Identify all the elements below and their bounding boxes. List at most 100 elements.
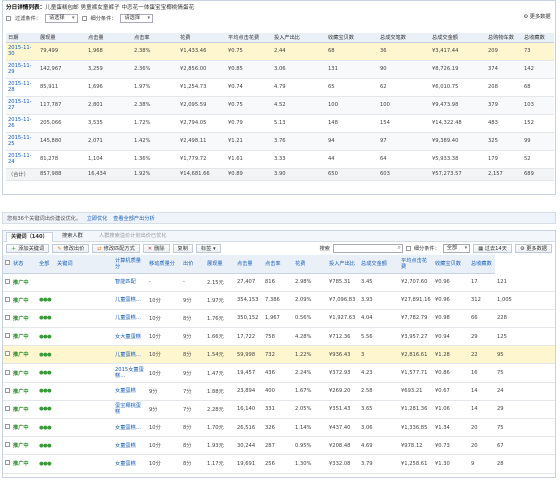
column-header[interactable]: 收藏宝贝数 [326, 33, 378, 43]
column-header[interactable]: 全部 [37, 255, 55, 274]
column-header[interactable]: 收藏宝贝数 [433, 255, 469, 274]
subdivide-select-2[interactable]: 全部 [442, 244, 471, 253]
modify-bid-button[interactable]: ✎ 修改出价 [52, 244, 90, 253]
subdivide-checkbox[interactable] [81, 16, 87, 21]
row-checkbox[interactable] [5, 314, 10, 320]
row-checkbox[interactable] [5, 460, 10, 466]
column-header[interactable]: 总购物车数 [486, 33, 522, 43]
keyword-search-input[interactable] [332, 244, 403, 253]
row-checkbox[interactable] [5, 405, 10, 411]
row-checkbox-cell[interactable] [3, 291, 11, 310]
row-checkbox[interactable] [5, 296, 10, 302]
column-header[interactable]: 点击量 [235, 255, 263, 274]
column-header[interactable]: 计算机质量分 [113, 255, 147, 274]
row-checkbox-cell[interactable] [3, 436, 11, 456]
column-header[interactable]: 总成交金额 [430, 33, 486, 43]
row-checkbox[interactable] [5, 369, 10, 375]
copy-button[interactable]: 复制 [172, 244, 193, 253]
row-checkbox-cell[interactable] [3, 273, 11, 292]
keyword-link[interactable]: 女童蛋糕 [113, 382, 147, 401]
row-checkbox-cell[interactable] [3, 345, 11, 365]
bid-cell[interactable]: 8分 [181, 454, 205, 474]
row-checkbox-cell[interactable] [3, 382, 11, 401]
keyword-link[interactable]: 儿童蛋糕… [113, 291, 147, 310]
row-checkbox-cell[interactable] [3, 309, 11, 329]
bid-cell[interactable]: 8分 [181, 309, 205, 329]
keyword-link[interactable]: 2015女童蛋糕… [113, 363, 147, 383]
column-header[interactable]: 状态 [11, 255, 37, 274]
column-header[interactable]: 关键词 [55, 255, 113, 274]
row-checkbox-cell[interactable] [3, 327, 11, 347]
column-header[interactable]: 点击率 [132, 33, 178, 43]
filter-select[interactable]: 请选择 [44, 14, 78, 23]
bid-cell[interactable]: 7分 [181, 382, 205, 401]
row-checkbox[interactable] [5, 278, 10, 284]
bid-cell[interactable]: 9分 [181, 291, 205, 310]
column-header[interactable]: 移动质量分 [147, 255, 181, 274]
delete-button[interactable]: ✕ 删除 [142, 244, 170, 253]
select-all-checkbox[interactable] [5, 260, 10, 266]
table-cell: ¥1,577.71 [399, 363, 433, 383]
tag-button[interactable]: 标签 ▾ [195, 244, 221, 253]
keyword-link[interactable]: 女大童蛋糕 [113, 327, 147, 347]
keyword-link[interactable]: 智能匹配 [113, 273, 147, 292]
bid-cell[interactable]: 8分 [181, 345, 205, 365]
keyword-link[interactable]: 女童蛋糕 [113, 454, 147, 474]
column-header[interactable]: 平均点击花费 [399, 255, 433, 274]
row-checkbox-cell[interactable] [3, 400, 11, 420]
row-checkbox[interactable] [5, 442, 10, 448]
bid-cell[interactable]: - [181, 273, 205, 292]
table-cell: 22 [469, 345, 495, 365]
tab-search-crowd[interactable]: 搜索人群 [58, 232, 87, 242]
keyword-link[interactable]: 儿童蛋糕… [113, 345, 147, 365]
row-checkbox-cell[interactable] [3, 418, 11, 438]
column-header[interactable]: 点击量 [86, 33, 132, 43]
add-keyword-button[interactable]: ＋添加关键词 [6, 244, 50, 253]
subdivide-checkbox-2[interactable] [405, 246, 411, 251]
row-checkbox[interactable] [5, 333, 10, 339]
row-checkbox-cell[interactable] [3, 363, 11, 383]
column-header[interactable]: 平均点击花费 [226, 33, 272, 43]
optimize-now-link[interactable]: 立即优化 [87, 216, 108, 222]
date-range-button[interactable]: ▦ 过去14天 [473, 244, 512, 253]
column-header[interactable]: 投入产出比 [272, 33, 326, 43]
column-header[interactable]: 花费 [178, 33, 226, 43]
select-all-header[interactable] [3, 255, 11, 274]
column-header[interactable]: 总成交笔数 [378, 33, 430, 43]
bid-cell[interactable]: 8分 [181, 418, 205, 438]
column-header[interactable]: 总收藏数 [469, 255, 495, 274]
keyword-link[interactable]: 儿童蛋糕… [113, 309, 147, 329]
column-header[interactable]: 出价 [181, 255, 205, 274]
column-header[interactable]: 总成交金额 [359, 255, 399, 274]
view-analysis-link[interactable]: 查看全部产出分析 [113, 216, 155, 222]
table-row: 2015-11-30 79,499 1,968 2.38% ¥1,433.46 ¥0.75… [6, 42, 554, 61]
column-header[interactable]: 花费 [293, 255, 327, 274]
table-cell: ¥978.12 [399, 436, 433, 456]
column-header[interactable]: 点击率 [263, 255, 293, 274]
row-checkbox[interactable] [5, 351, 10, 357]
column-header[interactable]: 总收藏数 [522, 33, 554, 43]
subdivide-select[interactable]: 请选择 [120, 14, 154, 23]
row-checkbox[interactable] [5, 387, 10, 393]
status-cell: 推广中 [11, 327, 37, 347]
keyword-link[interactable]: 女童蛋糕… [113, 418, 147, 438]
table-cell: 1,104 [86, 150, 132, 169]
column-header[interactable]: 展现量 [205, 255, 235, 274]
filter-checkbox[interactable] [6, 16, 11, 21]
more-data-button-2[interactable]: ⚙ 更多数据 [514, 244, 552, 253]
column-header[interactable]: 展现量 [38, 33, 86, 43]
bid-cell[interactable]: 8分 [181, 436, 205, 456]
bid-cell[interactable]: 9分 [181, 363, 205, 383]
modify-match-button[interactable]: ⇄ 修改匹配方式 [92, 244, 140, 253]
row-checkbox-cell[interactable] [3, 454, 11, 474]
more-data-button[interactable]: ⚙ 更多数据 [523, 14, 551, 21]
keyword-link[interactable]: 女童蛋糕 [113, 436, 147, 456]
tab-keywords[interactable]: 关键词（140） [6, 232, 53, 242]
column-header[interactable]: 投入产出比 [327, 255, 359, 274]
row-checkbox[interactable] [5, 424, 10, 430]
bid-cell[interactable]: 9分 [181, 327, 205, 347]
bid-cell[interactable]: 7分 [181, 400, 205, 420]
column-header[interactable]: 日期 [6, 33, 38, 43]
panel-title-prefix: 分日详情列表： [6, 5, 46, 11]
keyword-link[interactable]: 蛋宝椰桃蛋糕 [113, 400, 147, 420]
